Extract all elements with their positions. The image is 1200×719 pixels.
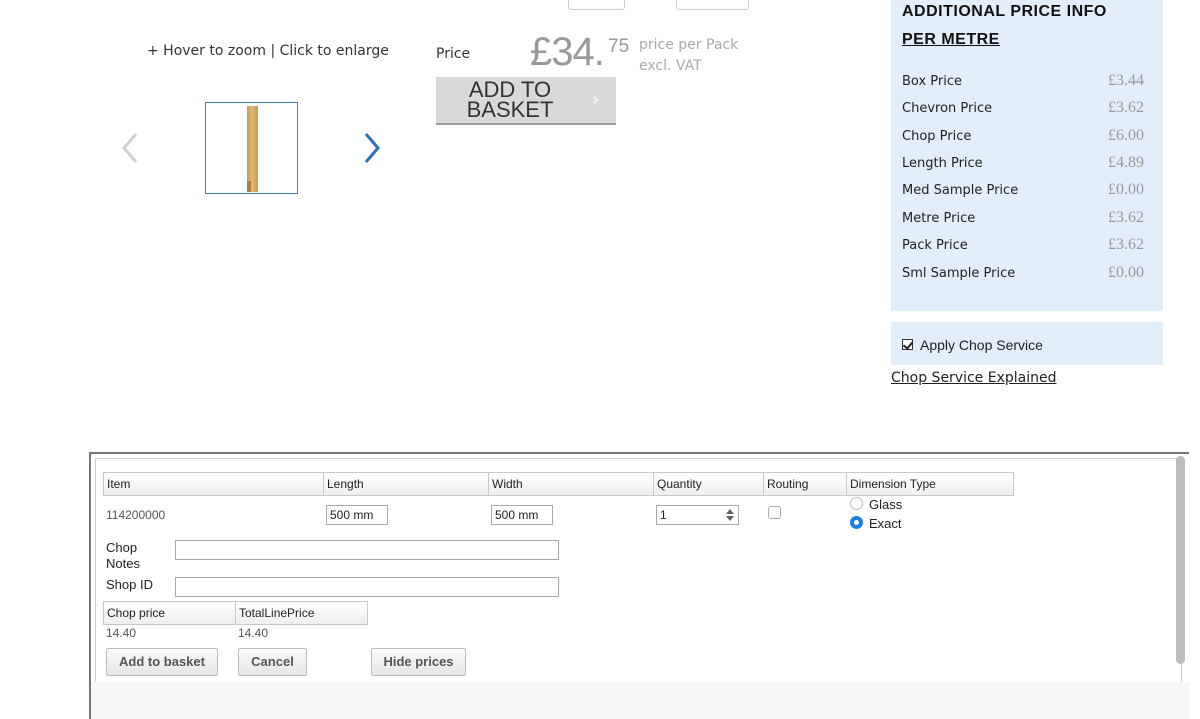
dimension-radio-glass[interactable] xyxy=(850,497,863,510)
header-width: Width xyxy=(488,472,654,496)
shop-id-input[interactable] xyxy=(175,577,559,597)
total-line-price-value: 14.40 xyxy=(238,626,269,640)
price-row-pack: Pack Price £3.62 xyxy=(902,236,1144,253)
price-row-chevron: Chevron Price £3.62 xyxy=(902,99,1144,116)
price-per-unit: price per Pack excl. VAT xyxy=(639,37,739,74)
width-input[interactable]: 500 mm xyxy=(491,505,553,525)
stepper-arrows-icon[interactable] xyxy=(723,507,737,523)
routing-checkbox[interactable] xyxy=(768,506,781,519)
additional-price-info-panel: ADDITIONAL PRICE INFO PER METRE Box Pric… xyxy=(891,0,1163,311)
hide-prices-button[interactable]: Hide prices xyxy=(371,648,466,676)
header-quantity: Quantity xyxy=(653,472,764,496)
length-input[interactable]: 500 mm xyxy=(326,505,388,525)
item-code: 114200000 xyxy=(106,508,166,522)
gallery-prev-arrow-icon[interactable] xyxy=(118,130,142,166)
cut-size-input-a[interactable] xyxy=(568,0,625,10)
price-row-metre: Metre Price £3.62 xyxy=(902,209,1144,226)
price-row-chop: Chop Price £6.00 xyxy=(902,127,1144,144)
header-total-line-price: TotalLinePrice xyxy=(235,601,368,625)
shop-id-label: Shop ID xyxy=(106,577,153,592)
header-chop-price: Chop price xyxy=(103,601,236,625)
apply-chop-label: Apply Chop Service xyxy=(920,337,1043,353)
price-row-sml-sample: Sml Sample Price £0.00 xyxy=(902,264,1144,281)
header-length: Length xyxy=(323,472,489,496)
product-thumbnail[interactable] xyxy=(205,102,298,194)
price-row-length: Length Price £4.89 xyxy=(902,154,1144,171)
dimension-radio-exact[interactable] xyxy=(850,516,863,529)
chevron-right-icon: › xyxy=(592,89,600,110)
vertical-scrollbar[interactable] xyxy=(1176,456,1185,664)
zoom-hint: + Hover to zoom | Click to enlarge xyxy=(147,43,389,59)
price-main: £34. xyxy=(530,30,605,74)
dimension-label-exact: Exact xyxy=(869,516,902,531)
chop-service-explained-link[interactable]: Chop Service Explained xyxy=(891,370,1057,386)
header-routing: Routing xyxy=(763,472,847,496)
cut-size-input-b[interactable] xyxy=(676,0,749,10)
header-dimension-type: Dimension Type xyxy=(846,472,1014,496)
add-to-basket-button[interactable]: ADD TO BASKET › xyxy=(436,77,616,125)
price-row-box: Box Price £3.44 xyxy=(902,72,1144,89)
add-to-basket-form-button[interactable]: Add to basket xyxy=(106,648,218,676)
moulding-image xyxy=(247,106,258,192)
header-item: Item xyxy=(103,472,324,496)
add-to-basket-label: ADD TO BASKET xyxy=(466,77,554,122)
apply-chop-checkbox[interactable] xyxy=(902,339,913,350)
gallery-next-arrow-icon[interactable] xyxy=(360,130,384,166)
cancel-button[interactable]: Cancel xyxy=(238,648,307,676)
price-info-subtitle: PER METRE xyxy=(902,31,1000,48)
dimension-label-glass: Glass xyxy=(869,497,903,512)
price-row-med-sample: Med Sample Price £0.00 xyxy=(902,181,1144,198)
price-pence: 75 xyxy=(608,36,630,57)
chop-notes-label: Chop Notes xyxy=(106,540,140,571)
price-info-title: ADDITIONAL PRICE INFO xyxy=(902,3,1107,20)
apply-chop-service[interactable]: Apply Chop Service xyxy=(891,322,1163,365)
chop-notes-input[interactable] xyxy=(175,540,559,560)
quantity-stepper[interactable]: 1 xyxy=(656,505,739,525)
price-label: Price xyxy=(436,46,471,62)
chop-price-value: 14.40 xyxy=(106,626,137,640)
